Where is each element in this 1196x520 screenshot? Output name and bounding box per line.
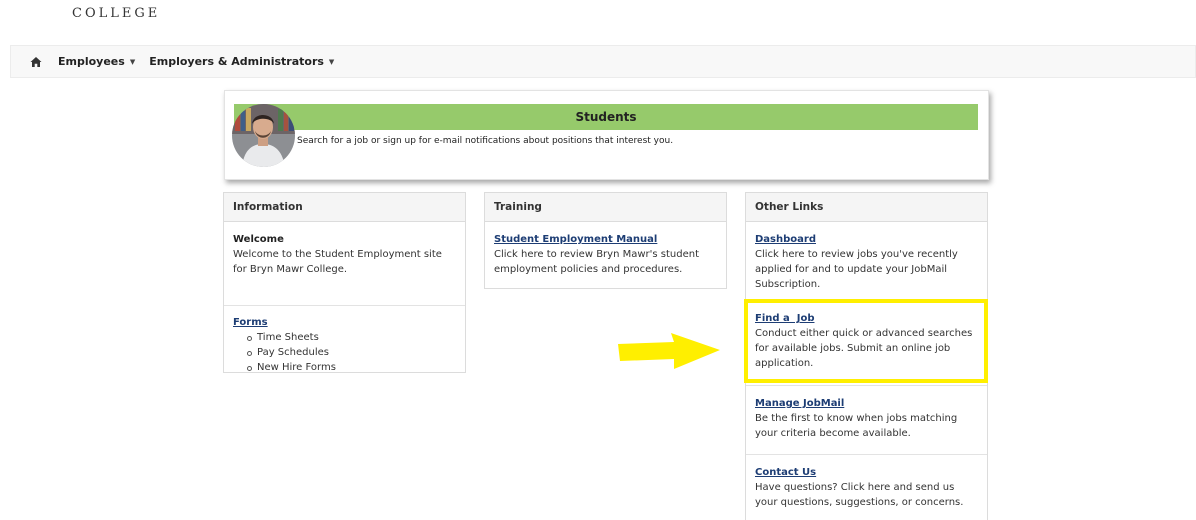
forms-link[interactable]: Forms bbox=[233, 315, 456, 330]
training-panel: Training Student Employment Manual Click… bbox=[484, 192, 727, 289]
hero-title: Students bbox=[575, 110, 637, 124]
manage-jobmail-section: Manage JobMail Be the first to know when… bbox=[746, 386, 987, 455]
welcome-title: Welcome bbox=[233, 234, 284, 245]
information-panel-heading: Information bbox=[224, 193, 465, 222]
nav-employers-administrators-menu[interactable]: Employers & Administrators ▼ bbox=[149, 55, 334, 68]
forms-item-new-hire-forms[interactable]: New Hire Forms bbox=[247, 360, 456, 375]
find-a-job-section: Find a Job Conduct either quick or advan… bbox=[746, 301, 987, 386]
college-wordmark: COLLEGE bbox=[72, 6, 161, 21]
find-a-job-link[interactable]: Find a Job bbox=[755, 311, 978, 326]
forms-list: Time Sheets Pay Schedules New Hire Forms bbox=[247, 330, 456, 375]
chevron-down-icon: ▼ bbox=[129, 57, 136, 66]
hero-title-bar: Students bbox=[234, 104, 978, 130]
contact-us-section: Contact Us Have questions? Click here an… bbox=[746, 455, 987, 520]
manual-section: Student Employment Manual Click here to … bbox=[485, 222, 726, 288]
student-employment-manual-link[interactable]: Student Employment Manual bbox=[494, 232, 717, 247]
nav-employees-label: Employees bbox=[58, 55, 125, 68]
chevron-down-icon: ▼ bbox=[328, 57, 335, 66]
dashboard-text: Click here to review jobs you've recentl… bbox=[755, 249, 958, 290]
home-icon[interactable] bbox=[30, 56, 42, 68]
information-panel: Information Welcome Welcome to the Stude… bbox=[223, 192, 466, 373]
arrow-right-icon bbox=[618, 333, 720, 373]
other-links-panel: Other Links Dashboard Click here to revi… bbox=[745, 192, 988, 520]
manage-jobmail-link[interactable]: Manage JobMail bbox=[755, 396, 978, 411]
manual-text: Click here to review Bryn Mawr's student… bbox=[494, 249, 700, 275]
forms-item-pay-schedules[interactable]: Pay Schedules bbox=[247, 345, 456, 360]
contact-us-link[interactable]: Contact Us bbox=[755, 465, 978, 480]
welcome-section: Welcome Welcome to the Student Employmen… bbox=[224, 222, 465, 306]
forms-section: Forms Time Sheets Pay Schedules New Hire… bbox=[224, 306, 465, 386]
manage-jobmail-text: Be the first to know when jobs matching … bbox=[755, 413, 958, 439]
nav-employees-menu[interactable]: Employees ▼ bbox=[58, 55, 135, 68]
hero-description: Search for a job or sign up for e-mail n… bbox=[297, 136, 674, 146]
nav-employers-administrators-label: Employers & Administrators bbox=[149, 55, 324, 68]
dashboard-link[interactable]: Dashboard bbox=[755, 232, 978, 247]
students-hero-card: Students Search for a job or sign up for… bbox=[224, 90, 989, 180]
dashboard-section: Dashboard Click here to review jobs you'… bbox=[746, 222, 987, 301]
find-a-job-text: Conduct either quick or advanced searche… bbox=[755, 328, 973, 369]
top-navbar: Employees ▼ Employers & Administrators ▼ bbox=[10, 45, 1196, 78]
forms-item-time-sheets[interactable]: Time Sheets bbox=[247, 330, 456, 345]
contact-us-text: Have questions? Click here and send us y… bbox=[755, 482, 964, 508]
student-avatar bbox=[232, 104, 295, 167]
other-links-panel-heading: Other Links bbox=[746, 193, 987, 222]
welcome-text: Welcome to the Student Employment site f… bbox=[233, 249, 442, 275]
training-panel-heading: Training bbox=[485, 193, 726, 222]
